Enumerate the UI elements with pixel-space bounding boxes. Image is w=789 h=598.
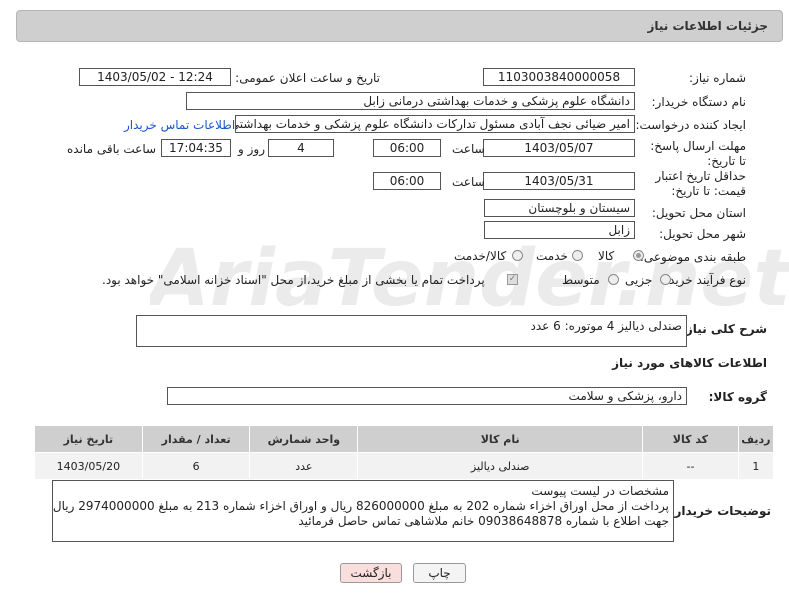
cell-unit: عدد (249, 452, 359, 480)
col-qty: تعداد / مقدار (141, 425, 251, 453)
province-field[interactable]: سیستان و بلوچستان (484, 199, 635, 217)
cell-row: 1 (737, 452, 775, 480)
buyer-notes-line-2: پرداخت از محل اوراق اخزاء شماره 202 به م… (52, 499, 669, 513)
buyer-notes-label: توضیحات خریدار: (669, 504, 771, 518)
buyer-org-label: نام دستگاه خریدار: (651, 95, 747, 109)
category-radio-service[interactable] (572, 250, 583, 261)
city-label: شهر محل تحویل: (659, 227, 746, 241)
validity-label: حداقل تاریخ اعتبار قیمت: تا تاریخ: (655, 169, 746, 198)
back-button[interactable]: بازگشت (340, 563, 402, 583)
cell-name: صندلی دیالیز (357, 452, 644, 480)
days-label: روز و (238, 142, 265, 156)
col-unit: واحد شمارش (249, 425, 359, 453)
cell-code: -- (642, 452, 739, 480)
deadline-label: مهلت ارسال پاسخ: تا تاریخ: (650, 139, 746, 168)
process-label: نوع فرآیند خرید : (661, 273, 746, 287)
process-option-minor: جزیی (625, 273, 653, 287)
process-radio-minor[interactable] (660, 274, 671, 285)
buyer-org-field[interactable]: دانشگاه علوم پزشکی و خدمات بهداشتی درمان… (186, 92, 635, 110)
cell-date: 1403/05/20 (34, 452, 143, 480)
goods-group-field[interactable]: دارو، پزشکی و سلامت (167, 387, 687, 405)
category-option-goods: کالا (598, 249, 615, 263)
validity-time-field[interactable]: 06:00 (373, 172, 441, 190)
category-option-service: خدمت (536, 249, 568, 263)
category-label: طبقه بندی موضوعی: (639, 250, 746, 264)
col-code: کد کالا (642, 425, 739, 453)
buyer-contact-link[interactable]: اطلاعات تماس خریدار (124, 118, 235, 132)
need-number-field[interactable]: 1103003840000058 (483, 68, 635, 86)
category-option-goods-service: کالا/خدمت (454, 249, 507, 263)
goods-group-label: گروه کالا: (708, 390, 767, 404)
remaining-time-field[interactable]: 17:04:35 (161, 139, 231, 157)
table-row[interactable]: 1 -- صندلی دیالیز عدد 6 1403/05/20 (34, 452, 775, 480)
buyer-notes-field[interactable]: مشخصات در لیست پیوست پرداخت از محل اوراق… (52, 480, 674, 542)
page-header: جزئیات اطلاعات نیاز (16, 10, 783, 42)
col-row: ردیف (737, 425, 775, 453)
deadline-date-field[interactable]: 1403/05/07 (483, 139, 635, 157)
need-number-label: شماره نیاز: (689, 71, 746, 85)
goods-table-header: ردیف کد کالا نام کالا واحد شمارش تعداد /… (34, 425, 775, 453)
announce-field[interactable]: 1403/05/02 - 12:24 (79, 68, 231, 86)
deadline-time-field[interactable]: 06:00 (373, 139, 441, 157)
payment-checkbox[interactable]: ✓ (507, 274, 518, 285)
creator-field[interactable]: امیر ضیائی نجف آبادی مسئول تدارکات دانشگ… (235, 115, 635, 133)
announce-label: تاریخ و ساعت اعلان عمومی: (235, 71, 380, 85)
goods-table: ردیف کد کالا نام کالا واحد شمارش تعداد /… (34, 425, 775, 480)
validity-time-label: ساعت (452, 175, 485, 189)
creator-label: ایجاد کننده درخواست: (635, 118, 746, 132)
province-label: استان محل تحویل: (651, 206, 746, 220)
process-radio-medium[interactable] (608, 274, 619, 285)
category-radio-goods[interactable] (633, 250, 644, 261)
city-field[interactable]: زابل (484, 221, 635, 239)
goods-section-title: اطلاعات کالاهای مورد نیاز (612, 356, 767, 370)
remaining-days-field[interactable]: 4 (268, 139, 334, 157)
print-button[interactable]: چاپ (413, 563, 466, 583)
page-title: جزئیات اطلاعات نیاز (647, 19, 768, 33)
process-option-medium: متوسط (562, 273, 600, 287)
category-radio-goods-service[interactable] (512, 250, 523, 261)
validity-date-field[interactable]: 1403/05/31 (483, 172, 635, 190)
buyer-notes-line-3: جهت اطلاع با شماره 09038648878 خانم ملاش… (298, 514, 669, 528)
payment-note: پرداخت تمام یا بخشی از مبلغ خرید،از محل … (102, 273, 485, 287)
buyer-notes-line-1: مشخصات در لیست پیوست (531, 484, 669, 498)
col-name: نام کالا (357, 425, 644, 453)
summary-field[interactable]: صندلی دیالیز 4 موتوره: 6 عدد (136, 315, 687, 347)
deadline-time-label: ساعت (452, 142, 485, 156)
col-date: تاریخ نیاز (34, 425, 143, 453)
summary-label: شرح کلی نیاز: (681, 322, 767, 336)
remaining-label: ساعت باقی مانده (67, 142, 157, 156)
cell-qty: 6 (141, 452, 251, 480)
